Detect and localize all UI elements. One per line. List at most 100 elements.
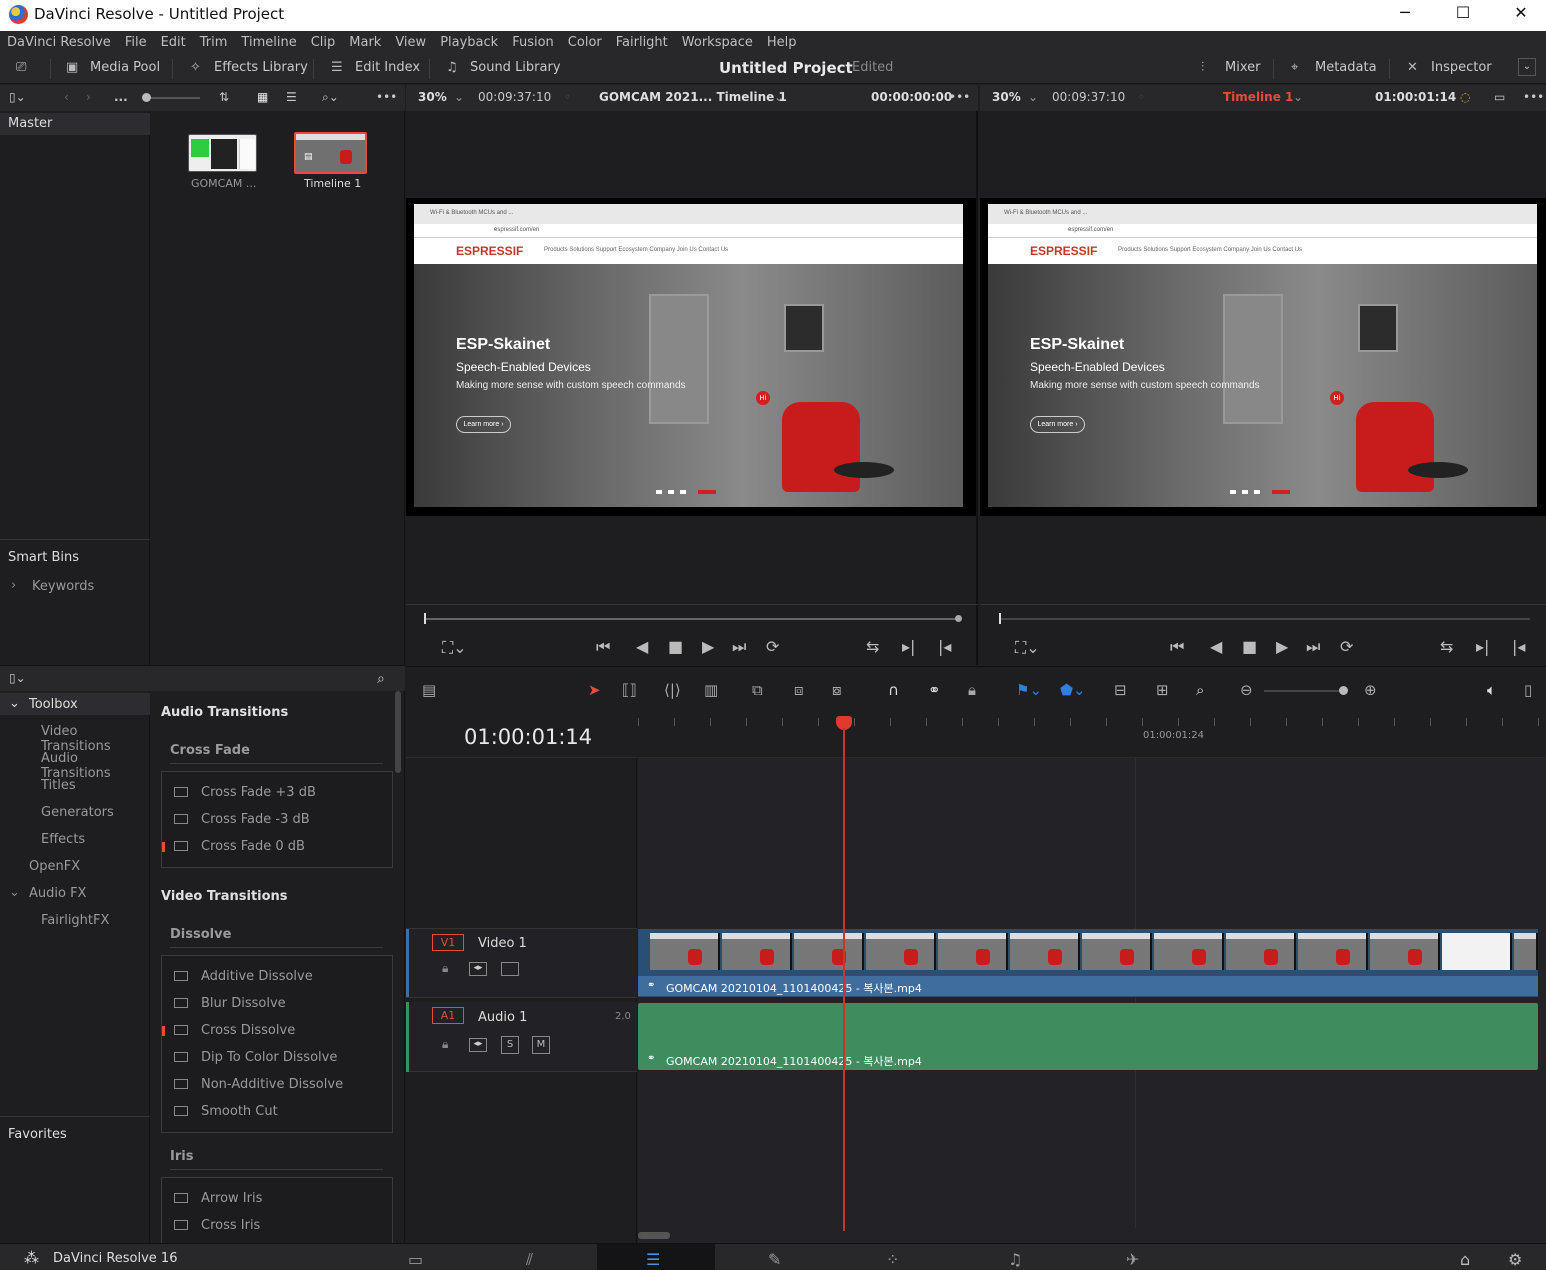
clip-thumbnail-gomcam[interactable] [188,134,257,172]
effect-cross-fade-minus3[interactable]: Cross Fade -3 dB [174,812,310,827]
tree-video-transitions[interactable]: Video Transitions [41,724,149,754]
tree-openfx[interactable]: OpenFX [29,859,80,874]
deliver-page-icon[interactable]: ✈ [1126,1250,1139,1269]
menu-color[interactable]: Color [568,35,602,50]
timeline-tracks[interactable]: 01:00:01:24 ⚭ GOMCAM 20210104_1101400425… [638,716,1546,1243]
workspace-toggle-icon[interactable]: ⎚ [16,60,26,75]
timeline-scrubber[interactable] [1000,618,1530,620]
source-match-frame-icon[interactable]: ⇆ [866,637,879,656]
menu-workspace[interactable]: Workspace [682,35,753,50]
trim-tool-icon[interactable]: ⟦⟧ [622,681,637,699]
tree-audio-fx[interactable]: Audio FX [29,886,86,901]
effect-non-additive-dissolve[interactable]: Non-Additive Dissolve [174,1077,343,1092]
metadata-button[interactable]: ⌖ Metadata [1291,60,1377,75]
blade-tool-icon[interactable]: ▥ [704,681,718,699]
effects-library-button[interactable]: ✧ Effects Library [190,60,308,75]
effect-cross-fade-0[interactable]: Cross Fade 0 dB [174,839,305,854]
flag-icon[interactable]: ⚑⌄ [1016,681,1042,699]
fusion-page-icon[interactable]: ✎ [768,1250,781,1269]
edit-page-icon[interactable]: ☰ [646,1250,660,1269]
source-loop-icon[interactable]: ⟳ [766,637,779,656]
marker-icon[interactable]: ⬟⌄ [1060,681,1086,699]
clip-thumbnail-timeline[interactable]: ▤ [294,132,367,174]
sound-library-button[interactable]: ♫ Sound Library [446,60,561,75]
timeline-play-icon[interactable]: ▶ [1276,637,1288,656]
effect-arrow-iris[interactable]: Arrow Iris [174,1191,262,1206]
source-next-edit-icon[interactable]: ▸| [902,637,915,656]
more-options-icon[interactable]: ••• [376,90,397,104]
sidebar-toggle-icon[interactable]: ▯⌄ [9,90,26,104]
timeline-first-frame-icon[interactable]: ⏮ [1170,637,1184,657]
effects-sidebar-toggle-icon[interactable]: ▯⌄ [9,671,26,685]
source-first-frame-icon[interactable]: ⏮ [596,637,610,657]
zoom-detail-icon[interactable]: ⊞ [1156,681,1169,699]
grid-view-icon[interactable]: ▦ [257,90,268,104]
timeline-match-frame-icon[interactable]: ⇆ [1440,637,1453,656]
close-button[interactable]: ✕ [1508,2,1534,26]
tree-fairlight-fx[interactable]: FairlightFX [41,913,109,928]
thumbnail-size-knob[interactable] [142,93,151,102]
source-view-mode-icon[interactable]: ⛶⌄ [442,638,467,658]
list-view-icon[interactable]: ☰ [286,90,297,104]
zoom-slider-knob[interactable] [1339,686,1348,695]
source-viewer-image[interactable]: Wi-Fi & Bluetooth MCUs and ... espressif… [406,198,976,516]
tree-effects[interactable]: Effects [41,832,85,847]
inspector-button[interactable]: ✕ Inspector [1407,60,1492,75]
search-icon[interactable]: ⌕⌄ [322,90,339,105]
bin-keywords[interactable]: Keywords [32,579,94,594]
video-track-id[interactable]: V1 [432,934,464,951]
maximize-button[interactable]: ☐ [1450,2,1476,26]
source-stop-icon[interactable]: ■ [668,637,683,656]
nav-forward-icon[interactable]: › [86,90,91,104]
effect-cross-fade-plus3[interactable]: Cross Fade +3 dB [174,785,316,800]
timeline-prev-edit-icon[interactable]: |◂ [1512,637,1525,656]
effect-additive-dissolve[interactable]: Additive Dissolve [174,969,313,984]
video-enable-icon[interactable] [501,962,519,976]
selection-tool-icon[interactable]: ➤ [588,681,601,699]
cut-page-icon[interactable]: ⫽ [526,1250,533,1270]
timeline-viewer-image[interactable]: Wi-Fi & Bluetooth MCUs and ... espressif… [980,198,1546,516]
overwrite-clip-icon[interactable]: ⧈ [794,681,804,699]
effect-dip-to-color-dissolve[interactable]: Dip To Color Dissolve [174,1050,337,1065]
expand-panel-icon[interactable]: ⌄ [1518,58,1536,76]
source-scrubber[interactable] [425,618,958,620]
menu-fairlight[interactable]: Fairlight [616,35,668,50]
source-zoom[interactable]: 30% [418,90,447,104]
source-clip-chevron-icon[interactable]: ⌄ [774,90,784,104]
timeline-loop-icon[interactable]: ⟳ [1340,637,1353,656]
source-scrubber-handle[interactable] [424,613,426,624]
menu-view[interactable]: View [395,35,426,50]
zoom-slider[interactable] [1264,690,1344,692]
source-reverse-icon[interactable]: ◀ [636,637,648,656]
dynamic-trim-icon[interactable]: ⟨|⟩ [664,681,681,699]
minimize-button[interactable]: ─ [1392,2,1418,26]
toolbox-chevron-icon[interactable]: ⌄ [9,696,20,711]
timeline-name[interactable]: Timeline 1 [1223,90,1293,104]
zoom-out-icon[interactable]: ⊖ [1240,681,1253,699]
tree-generators[interactable]: Generators [41,805,114,820]
source-play-icon[interactable]: ▶ [702,637,714,656]
source-more-icon[interactable]: ••• [949,90,970,104]
menu-playback[interactable]: Playback [440,35,498,50]
audio-solo-button[interactable]: S [501,1036,519,1054]
menu-edit[interactable]: Edit [161,35,186,50]
effect-blur-dissolve[interactable]: Blur Dissolve [174,996,286,1011]
source-zoom-chevron-icon[interactable]: ⌄ [454,90,464,104]
effects-search-icon[interactable]: ⌕ [377,671,385,687]
timeline-reverse-icon[interactable]: ◀ [1210,637,1222,656]
zoom-custom-icon[interactable]: ⌕ [1196,681,1204,699]
audio-volume-icon[interactable]: 🔈︎ [1487,681,1496,699]
menu-help[interactable]: Help [767,35,797,50]
edit-index-button[interactable]: ☰ Edit Index [331,60,420,75]
media-page-icon[interactable]: ▭ [408,1250,423,1269]
menu-timeline[interactable]: Timeline [241,35,296,50]
video-auto-select-icon[interactable]: ◂▸ [469,962,487,976]
menu-mark[interactable]: Mark [349,35,381,50]
nav-back-icon[interactable]: ‹ [64,90,69,104]
audio-meter-icon[interactable]: ▯ [1524,681,1532,699]
fairlight-page-icon[interactable]: ♫ [1008,1250,1022,1269]
tree-audio-transitions[interactable]: Audio Transitions [41,751,149,781]
timeline-name-chevron-icon[interactable]: ⌄ [1293,90,1303,104]
audio-fx-chevron-icon[interactable]: ⌄ [9,885,20,900]
effect-cross-dissolve[interactable]: Cross Dissolve [174,1023,295,1038]
